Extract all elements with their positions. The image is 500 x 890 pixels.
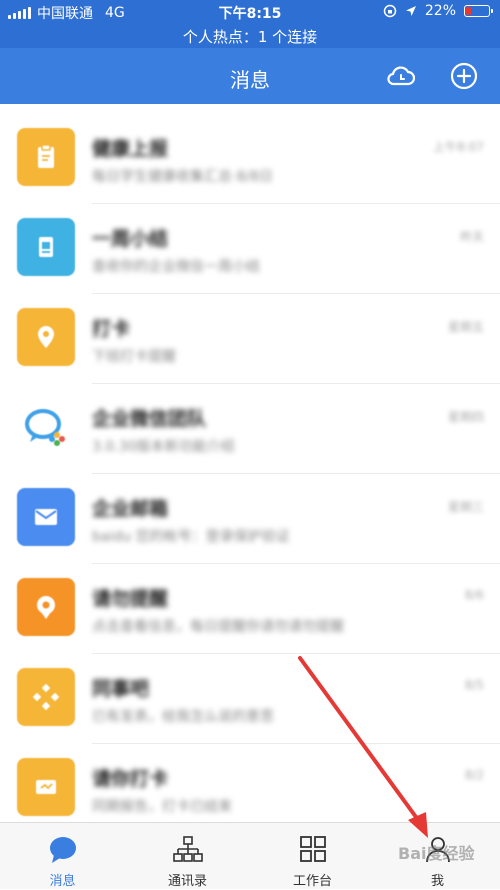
org-chart-icon — [173, 836, 203, 862]
tab-messages[interactable]: 消息 — [0, 823, 125, 890]
cloud-icon[interactable] — [385, 60, 417, 92]
plus-circle-icon[interactable] — [448, 60, 480, 92]
message-preview: 点击查看信息，每日提醒你请勿请勿提醒 — [92, 619, 344, 635]
mail-icon — [17, 488, 75, 546]
list-item[interactable]: 打卡 下班打卡提醒 星期五 — [0, 294, 500, 384]
clipboard-icon — [17, 128, 75, 186]
message-time: 昨天 — [459, 230, 484, 244]
battery-percent: 22% — [424, 3, 456, 19]
message-title: 打卡 — [92, 318, 131, 340]
message-list: 健康上报 每日学生健康收集汇总·8/8日 上午8:07 一周小结 查收你的企业微… — [0, 104, 500, 822]
wecom-logo-icon — [17, 398, 75, 456]
report-icon — [17, 218, 75, 276]
message-title: 一周小结 — [92, 228, 169, 250]
list-item[interactable]: 企业邮箱 baidu 您的帐号：登录保护验证 星期三 — [0, 474, 500, 564]
message-preview: 查收你的企业微信一周小结 — [92, 259, 260, 275]
tab-workbench[interactable]: 工作台 — [250, 823, 375, 890]
check-card-icon — [17, 758, 75, 816]
message-time: 8/6 — [464, 588, 484, 602]
list-item[interactable]: 企业微信团队 3.0.30版本新功能介绍 星期四 — [0, 384, 500, 474]
message-preview: 3.0.30版本新功能介绍 — [92, 439, 235, 455]
message-time: 星期五 — [447, 320, 484, 334]
list-item[interactable]: 请勿提醒 点击查看信息，每日提醒你请勿请勿提醒 8/6 — [0, 564, 500, 654]
message-time: 星期三 — [447, 500, 484, 514]
message-preview: baidu 您的帐号：登录保护验证 — [92, 529, 290, 545]
message-preview: 下班打卡提醒 — [92, 349, 176, 365]
message-time: 8/2 — [464, 768, 484, 782]
chat-bubble-icon — [50, 837, 76, 863]
message-preview: 已有发表，给我怎么说的意思 — [92, 709, 274, 725]
page-title: 消息 — [230, 68, 270, 92]
message-time: 星期四 — [447, 410, 484, 424]
list-item[interactable]: 请你打卡 同期报告，打卡已结束 8/2 — [0, 744, 500, 822]
message-title: 企业微信团队 — [92, 408, 207, 430]
message-title: 请你打卡 — [92, 768, 169, 790]
message-title: 请勿提醒 — [92, 588, 169, 610]
message-time: 8/5 — [464, 678, 484, 692]
list-item[interactable]: 一周小结 查收你的企业微信一周小结 昨天 — [0, 204, 500, 294]
message-preview: 每日学生健康收集汇总·8/8日 — [92, 169, 273, 185]
list-item[interactable]: 健康上报 每日学生健康收集汇总·8/8日 上午8:07 — [0, 114, 500, 204]
battery-icon — [464, 5, 493, 17]
tab-contacts[interactable]: 通讯录 — [125, 823, 250, 890]
message-title: 同事吧 — [92, 678, 150, 700]
message-preview: 同期报告，打卡已结束 — [92, 799, 232, 815]
status-bar: 中国联通 4G 下午8:15 22% 个人热点：1 个连接 — [0, 0, 500, 48]
message-title: 企业邮箱 — [92, 498, 169, 520]
tab-label: 我 — [430, 874, 444, 889]
hotspot-banner[interactable]: 个人热点：1 个连接 — [0, 26, 500, 47]
diamond-icon — [17, 668, 75, 726]
location-arrow-icon — [405, 6, 416, 16]
location-icon — [17, 308, 75, 366]
watermark: Bai度经验 — [398, 844, 475, 863]
tab-label: 消息 — [49, 874, 76, 889]
lock-rotation-icon — [383, 4, 397, 18]
message-title: 健康上报 — [92, 138, 169, 160]
grid-icon — [300, 836, 326, 862]
tab-label: 通讯录 — [167, 874, 207, 889]
pin-icon — [17, 578, 75, 636]
tab-label: 工作台 — [292, 874, 332, 889]
list-item[interactable]: 同事吧 已有发表，给我怎么说的意思 8/5 — [0, 654, 500, 744]
nav-bar: 消息 — [0, 48, 500, 104]
message-time: 上午8:07 — [433, 140, 484, 154]
